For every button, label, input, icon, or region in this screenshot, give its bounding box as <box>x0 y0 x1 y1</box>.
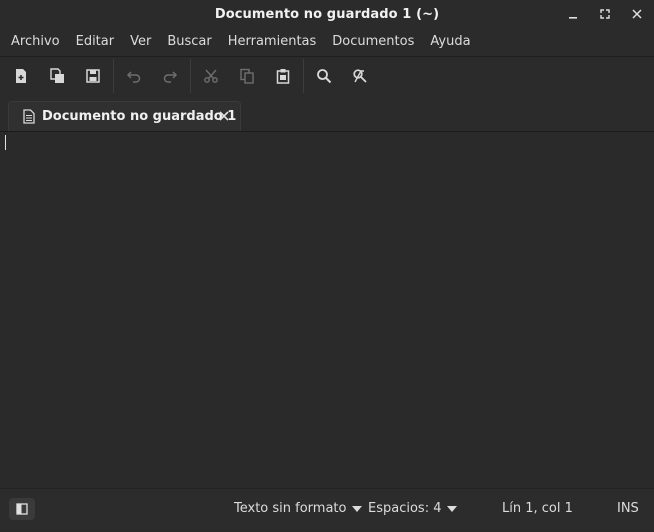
menu-ayuda[interactable]: Ayuda <box>422 28 478 56</box>
tab-documento-no-guardado-1[interactable]: Documento no guardado 1 <box>8 101 241 131</box>
menu-documentos[interactable]: Documentos <box>324 28 422 56</box>
maximize-icon <box>600 9 610 19</box>
title-bar: Documento no guardado 1 (~) <box>0 0 654 28</box>
copy-icon <box>240 68 254 84</box>
redo-icon <box>163 71 178 83</box>
text-editor[interactable] <box>0 132 654 488</box>
chevron-down-icon <box>447 506 458 512</box>
menu-herramientas[interactable]: Herramientas <box>220 28 325 56</box>
menu-archivo[interactable]: Archivo <box>0 28 68 56</box>
close-window-button[interactable] <box>626 3 648 25</box>
cut-icon <box>204 69 218 83</box>
menu-editar[interactable]: Editar <box>68 28 123 56</box>
toolbar-separator <box>190 59 191 93</box>
menu-bar: Archivo Editar Ver Buscar Herramientas D… <box>0 28 654 57</box>
maximize-button[interactable] <box>594 3 616 25</box>
minimize-icon <box>569 17 577 19</box>
minimize-button[interactable] <box>562 3 584 25</box>
insert-mode-label: INS <box>617 501 639 516</box>
language-label: Texto sin formato <box>234 501 347 516</box>
toolbar-separator <box>113 59 114 93</box>
menu-ver[interactable]: Ver <box>122 28 159 56</box>
tab-label: Documento no guardado 1 <box>42 109 237 124</box>
new-document-button[interactable] <box>3 59 39 93</box>
toolbar <box>0 57 654 95</box>
undo-icon <box>126 71 141 83</box>
search-button[interactable] <box>306 59 342 93</box>
side-panel-toggle-button[interactable] <box>9 498 35 520</box>
indent-label: Espacios: 4 <box>368 501 442 516</box>
text-cursor <box>5 135 6 150</box>
window-title: Documento no guardado 1 (~) <box>214 6 440 22</box>
redo-button[interactable] <box>152 59 188 93</box>
tab-close-button[interactable] <box>216 108 232 124</box>
search-replace-icon <box>353 69 367 83</box>
paste-icon <box>276 69 290 84</box>
copy-button[interactable] <box>229 59 265 93</box>
open-document-icon <box>50 68 64 83</box>
chevron-down-icon <box>352 506 363 512</box>
open-document-button[interactable] <box>39 59 75 93</box>
cut-button[interactable] <box>193 59 229 93</box>
save-button[interactable] <box>75 59 111 93</box>
paste-button[interactable] <box>265 59 301 93</box>
close-icon <box>219 111 229 121</box>
undo-button[interactable] <box>116 59 152 93</box>
cursor-position-label: Lín 1, col 1 <box>502 501 573 516</box>
search-replace-button[interactable] <box>342 59 378 93</box>
cursor-position[interactable]: Lín 1, col 1 <box>502 489 573 529</box>
insert-mode-indicator: INS <box>617 489 639 529</box>
search-icon <box>317 69 332 84</box>
tab-bar: Documento no guardado 1 <box>0 95 654 132</box>
window-controls <box>562 3 648 25</box>
save-icon <box>86 69 100 83</box>
language-selector[interactable]: Texto sin formato <box>234 489 363 529</box>
close-icon <box>632 9 642 19</box>
menu-buscar[interactable]: Buscar <box>159 28 219 56</box>
document-icon <box>23 109 35 124</box>
indent-selector[interactable]: Espacios: 4 <box>368 489 458 529</box>
status-bar: Texto sin formato Espacios: 4 Lín 1, col… <box>0 488 654 529</box>
side-panel-icon <box>16 503 28 515</box>
new-document-icon <box>16 69 26 83</box>
toolbar-separator <box>303 59 304 93</box>
